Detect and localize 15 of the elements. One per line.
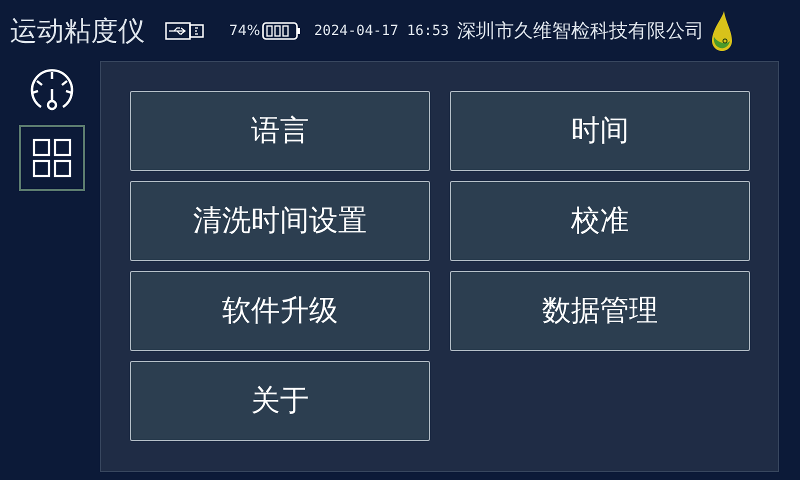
app-title: 运动粘度仪 xyxy=(10,14,145,48)
menu-button[interactable]: 语言 xyxy=(130,91,430,171)
datetime: 2024-04-17 16:53 xyxy=(314,22,449,38)
menu-button[interactable]: 时间 xyxy=(450,91,750,171)
menu-button[interactable]: 清洗时间设置 xyxy=(130,181,430,261)
menu-button[interactable]: 软件升级 xyxy=(130,271,430,351)
battery-icon xyxy=(262,22,302,40)
menu-button[interactable]: 数据管理 xyxy=(450,271,750,351)
battery-percent: 74% xyxy=(229,22,260,38)
grid-tab[interactable] xyxy=(19,125,85,191)
grid-icon xyxy=(32,138,72,178)
menu-button[interactable]: 关于 xyxy=(130,361,430,441)
company-name: 深圳市久维智检科技有限公司 xyxy=(456,18,704,44)
usb-drive-icon xyxy=(165,20,205,40)
menu-button[interactable]: 校准 xyxy=(450,181,750,261)
